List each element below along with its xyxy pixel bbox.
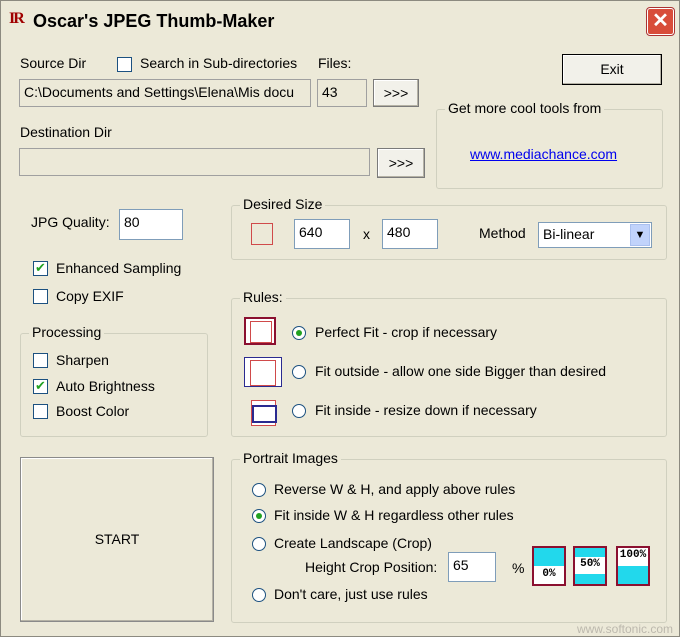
source-browse-button[interactable]: >>>	[373, 79, 419, 107]
rules-title: Rules:	[240, 289, 286, 305]
search-subdirs-checkbox[interactable]	[117, 57, 132, 72]
rule-fit-inside-label: Fit inside - resize down if necessary	[315, 402, 537, 418]
watermark: www.softonic.com	[576, 622, 673, 636]
method-label: Method	[479, 225, 526, 241]
boost-color-checkbox[interactable]	[33, 404, 48, 419]
method-value: Bi-linear	[543, 226, 595, 242]
crop-preset-50-label: 50%	[575, 558, 605, 574]
destination-browse-button[interactable]: >>>	[377, 148, 425, 178]
portrait-fit-inside-label: Fit inside W & H regardless other rules	[274, 507, 514, 523]
close-button[interactable]: ✕	[647, 8, 674, 35]
rule-fit-outside-label: Fit outside - allow one side Bigger than…	[315, 363, 607, 379]
rule-fit-inside-radio[interactable]	[292, 404, 306, 418]
auto-brightness-checkbox[interactable]	[33, 378, 48, 394]
start-button[interactable]: START	[20, 457, 214, 622]
size-x-label: x	[363, 226, 370, 242]
perfect-fit-icon	[244, 317, 276, 345]
sharpen-checkbox[interactable]	[33, 353, 48, 368]
rule-fit-outside-radio[interactable]	[292, 365, 306, 379]
fit-inside-icon	[251, 400, 277, 426]
method-select[interactable]: Bi-linear ▼	[538, 222, 652, 248]
app-window: IR Oscar's JPEG Thumb-Maker ✕ Source Dir…	[0, 0, 680, 637]
jpg-quality-input[interactable]: 80	[119, 209, 183, 240]
enhanced-sampling-label: Enhanced Sampling	[56, 260, 182, 276]
desired-size-title: Desired Size	[240, 196, 326, 212]
crop-preset-100-label: 100%	[618, 549, 648, 565]
height-crop-label: Height Crop Position:	[305, 559, 438, 575]
portrait-dont-care-label: Don't care, just use rules	[274, 586, 428, 602]
boost-color-label: Boost Color	[56, 403, 130, 419]
promo-title: Get more cool tools from	[445, 100, 605, 116]
crop-preset-0-label: 0%	[534, 568, 564, 584]
files-label: Files:	[318, 55, 352, 71]
crop-preset-50-button[interactable]: 50%	[573, 546, 607, 586]
source-path-field[interactable]: C:\Documents and Settings\Elena\Mis docu	[19, 79, 311, 107]
jpg-quality-label: JPG Quality:	[31, 214, 110, 230]
title-bar: IR Oscar's JPEG Thumb-Maker ✕	[1, 1, 679, 41]
rules-group: Rules: Perfect Fit - crop if necessary F…	[231, 289, 667, 437]
processing-title: Processing	[29, 324, 105, 340]
portrait-images-group: Portrait Images Reverse W & H, and apply…	[231, 450, 667, 623]
crop-preset-100-button[interactable]: 100%	[616, 546, 650, 586]
auto-brightness-label: Auto Brightness	[56, 378, 155, 394]
portrait-create-landscape-label: Create Landscape (Crop)	[274, 535, 432, 551]
portrait-create-landscape-radio[interactable]	[252, 537, 266, 551]
files-count-field: 43	[317, 79, 367, 107]
mediachance-link[interactable]: www.mediachance.com	[470, 146, 617, 162]
search-subdirs-label: Search in Sub-directories	[140, 55, 298, 71]
size-preview-icon	[251, 223, 273, 245]
desired-size-group: Desired Size 640 x 480 Method Bi-linear …	[231, 196, 667, 260]
percent-label: %	[512, 560, 525, 576]
portrait-dont-care-radio[interactable]	[252, 588, 266, 602]
copy-exif-label: Copy EXIF	[56, 288, 124, 304]
chevron-down-icon[interactable]: ▼	[630, 224, 650, 246]
crop-preset-0-button[interactable]: 0%	[532, 546, 566, 586]
rule-perfect-fit-radio[interactable]	[292, 326, 306, 340]
portrait-fit-inside-radio[interactable]	[252, 509, 266, 523]
source-dir-label: Source Dir	[20, 55, 87, 71]
promo-group: Get more cool tools from www.mediachance…	[436, 100, 663, 189]
enhanced-sampling-checkbox[interactable]	[33, 260, 48, 276]
exit-button[interactable]: Exit	[562, 54, 662, 85]
app-icon: IR	[9, 10, 25, 27]
destination-path-field[interactable]	[19, 148, 370, 176]
width-input[interactable]: 640	[294, 219, 350, 249]
rule-perfect-fit-label: Perfect Fit - crop if necessary	[315, 324, 498, 340]
copy-exif-checkbox[interactable]	[33, 289, 48, 304]
portrait-images-title: Portrait Images	[240, 450, 341, 466]
portrait-reverse-radio[interactable]	[252, 483, 266, 497]
height-input[interactable]: 480	[382, 219, 438, 249]
destination-dir-label: Destination Dir	[20, 124, 112, 140]
processing-group: Processing Sharpen Auto Brightness Boost…	[20, 324, 208, 437]
window-title: Oscar's JPEG Thumb-Maker	[33, 11, 275, 31]
fit-outside-icon	[244, 357, 282, 387]
portrait-reverse-label: Reverse W & H, and apply above rules	[274, 481, 516, 497]
sharpen-label: Sharpen	[56, 352, 109, 368]
height-crop-input[interactable]: 65	[448, 552, 496, 582]
client-area: Source Dir Search in Sub-directories Fil…	[6, 41, 674, 633]
